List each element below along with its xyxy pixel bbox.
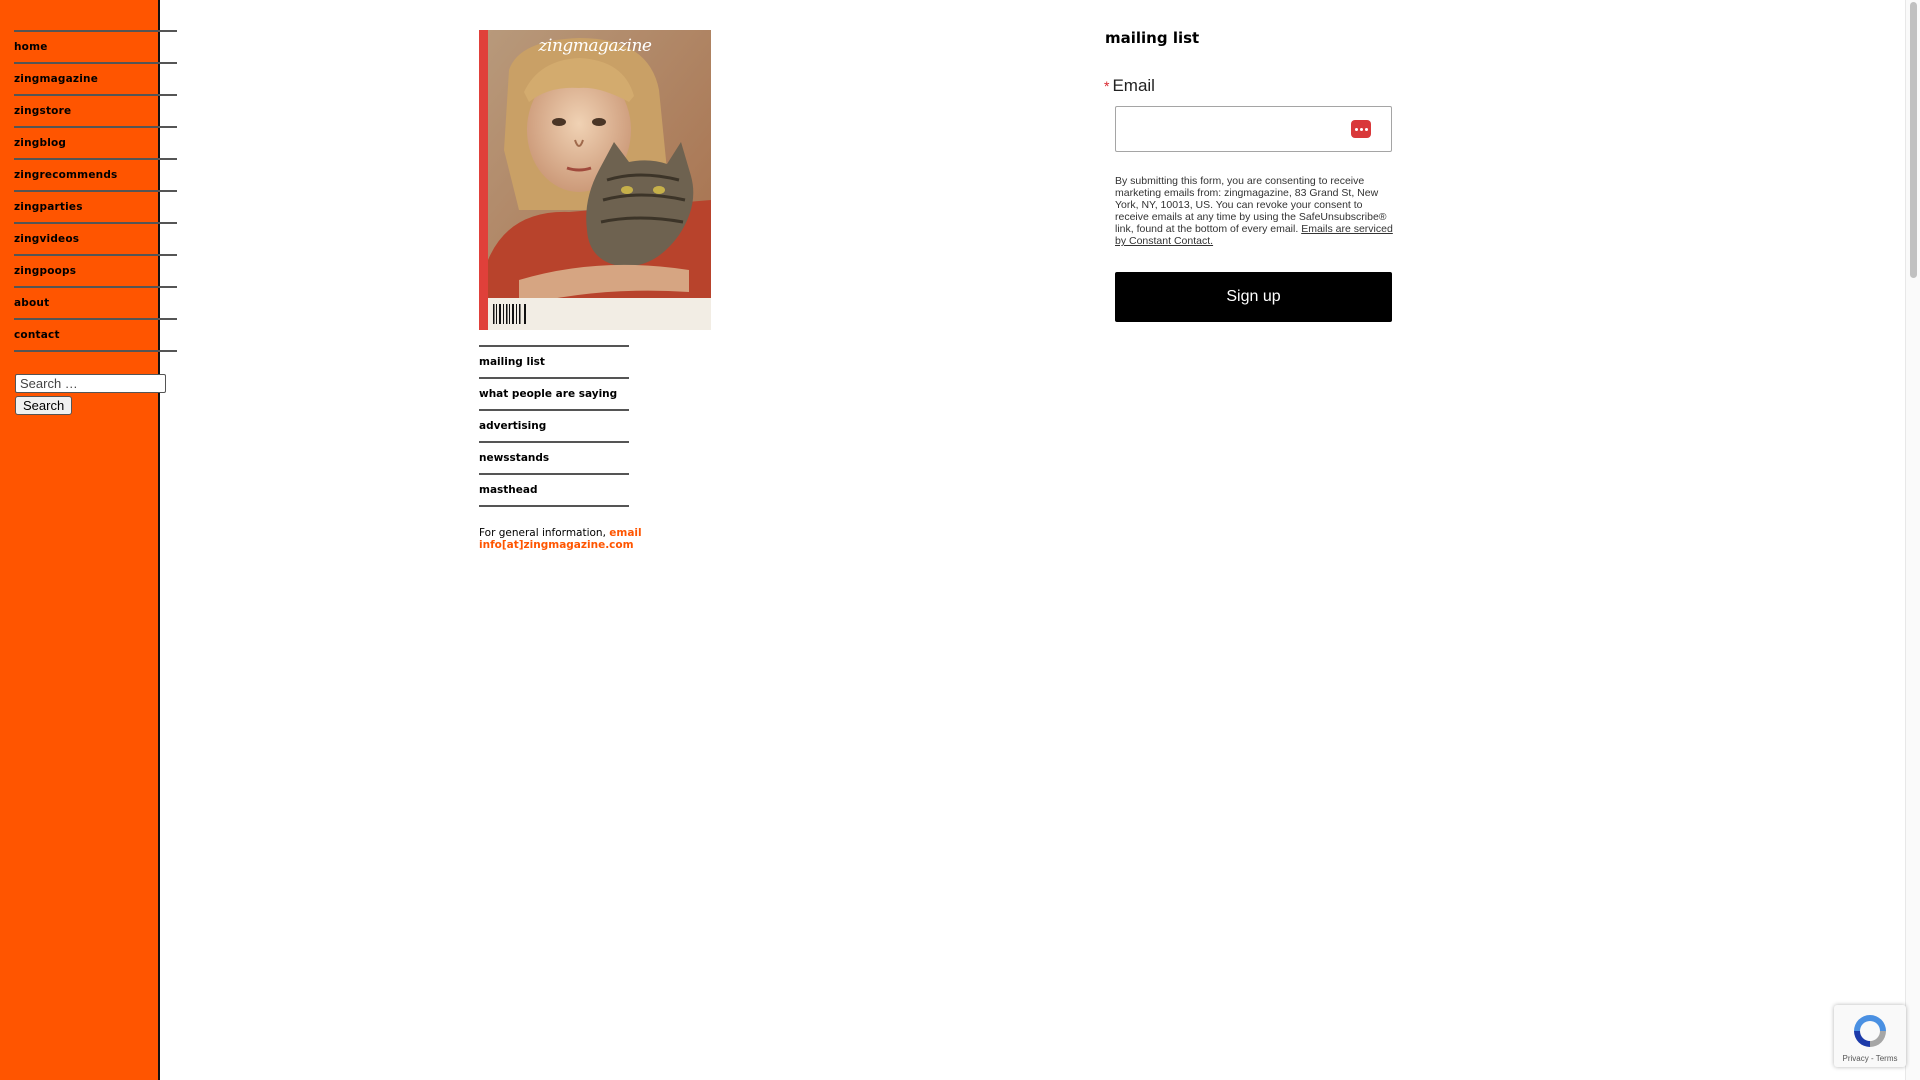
sidebar-item-home: home — [14, 32, 177, 64]
general-info: For general information, email info[at]z… — [479, 527, 649, 551]
general-info-text: For general information, — [479, 527, 610, 539]
nav-link-zingblog[interactable]: zingblog — [14, 137, 66, 149]
sub-nav-item: masthead — [479, 475, 629, 507]
nav-link-zingrecommends[interactable]: zingrecommends — [14, 169, 117, 181]
sub-nav-link-what-people-are-saying[interactable]: what people are saying — [479, 388, 617, 400]
consent-text: By submitting this form, you are consent… — [1115, 175, 1395, 247]
sidebar-nav: home zingmagazine zingstore zingblog zin… — [14, 30, 177, 352]
email-field[interactable] — [1116, 107, 1346, 151]
password-manager-icon[interactable] — [1351, 120, 1371, 138]
nav-link-zingparties[interactable]: zingparties — [14, 201, 83, 213]
email-label: * Email — [1104, 76, 1155, 96]
scrollbar-thumb[interactable] — [1910, 2, 1917, 278]
nav-link-zingvideos[interactable]: zingvideos — [14, 233, 79, 245]
sidebar-item-zingparties: zingparties — [14, 192, 177, 224]
email-field-wrapper — [1115, 106, 1392, 152]
sub-nav-link-mailing-list[interactable]: mailing list — [479, 356, 545, 368]
sub-nav-link-newsstands[interactable]: newsstands — [479, 452, 549, 464]
scrollbar[interactable] — [1905, 0, 1920, 1080]
search-button[interactable]: Search — [15, 396, 73, 415]
recaptcha-logo-icon — [1854, 1015, 1886, 1047]
sub-nav-item: mailing list — [479, 347, 629, 379]
sidebar-item-about: about — [14, 288, 177, 320]
sub-nav-link-masthead[interactable]: masthead — [479, 484, 538, 496]
sub-nav-item: what people are saying — [479, 379, 629, 411]
nav-link-contact[interactable]: contact — [14, 329, 60, 341]
nav-link-zingmagazine[interactable]: zingmagazine — [14, 73, 98, 85]
sidebar-item-zingvideos: zingvideos — [14, 224, 177, 256]
search-form: Search — [15, 374, 166, 415]
search-input[interactable] — [15, 374, 166, 393]
sub-nav-link-advertising[interactable]: advertising — [479, 420, 546, 432]
nav-link-zingpoops[interactable]: zingpoops — [14, 265, 76, 277]
sub-nav-item: newsstands — [479, 443, 629, 475]
recaptcha-links[interactable]: Privacy - Terms — [1834, 1054, 1906, 1063]
signup-button[interactable]: Sign up — [1115, 272, 1392, 322]
cover-masthead: zingmagazine — [538, 36, 652, 56]
cover-illustration — [479, 30, 711, 330]
sidebar-item-contact: contact — [14, 320, 177, 352]
sidebar-item-zingrecommends: zingrecommends — [14, 160, 177, 192]
sidebar-item-zingstore: zingstore — [14, 96, 177, 128]
mailing-list-title: mailing list — [1105, 29, 1200, 47]
email-label-text: Email — [1112, 76, 1155, 95]
sidebar-item-zingpoops: zingpoops — [14, 256, 177, 288]
sub-nav-item: advertising — [479, 411, 629, 443]
nav-link-about[interactable]: about — [14, 297, 49, 309]
recaptcha-badge[interactable]: Privacy - Terms — [1834, 1005, 1906, 1067]
sidebar-item-zingblog: zingblog — [14, 128, 177, 160]
nav-link-home[interactable]: home — [14, 41, 48, 53]
magazine-cover-image[interactable]: zingmagazine — [479, 30, 711, 330]
sidebar-item-zingmagazine: zingmagazine — [14, 64, 177, 96]
sub-nav: mailing list what people are saying adve… — [479, 345, 629, 507]
page: home zingmagazine zingstore zingblog zin… — [0, 0, 1920, 1080]
nav-link-zingstore[interactable]: zingstore — [14, 105, 71, 117]
required-marker: * — [1104, 78, 1110, 94]
